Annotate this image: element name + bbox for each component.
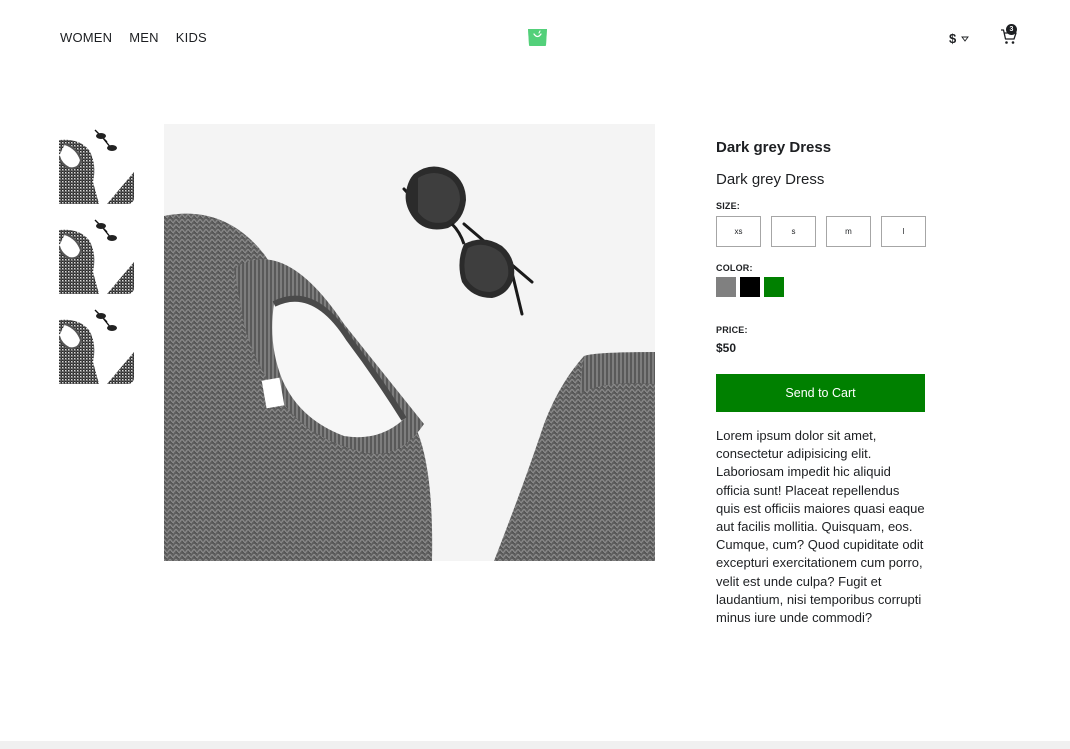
category-nav: WOMEN MEN KIDS — [60, 30, 207, 45]
color-swatch-black[interactable] — [740, 277, 760, 297]
send-to-cart-button[interactable]: Send to Cart — [716, 374, 925, 412]
product-thumbnail[interactable] — [59, 214, 134, 294]
product-main-image — [164, 124, 655, 561]
header: WOMEN MEN KIDS $ 3 — [0, 0, 1070, 75]
product-description: Lorem ipsum dolor sit amet, consectetur … — [716, 428, 925, 626]
color-options — [716, 277, 926, 297]
currency-symbol: $ — [949, 30, 957, 46]
chevron-down-icon — [961, 29, 970, 47]
nav-item-kids[interactable]: KIDS — [176, 30, 207, 45]
size-label: SIZE: — [716, 201, 741, 211]
size-option-m[interactable]: m — [826, 216, 871, 247]
page-footer-bar — [0, 741, 1070, 749]
product-brand: Dark grey Dress — [716, 139, 832, 156]
product-thumbnail[interactable] — [59, 304, 134, 384]
size-option-l[interactable]: l — [881, 216, 926, 247]
product-name: Dark grey Dress — [716, 171, 825, 188]
currency-switcher[interactable]: $ — [949, 29, 970, 47]
nav-item-men[interactable]: MEN — [129, 30, 159, 45]
size-option-xs[interactable]: xs — [716, 216, 761, 247]
cart-count-badge: 3 — [1006, 24, 1017, 35]
product-thumbnail[interactable] — [59, 124, 134, 204]
nav-item-women[interactable]: WOMEN — [60, 30, 112, 45]
product-details: Dark grey Dress Dark grey Dress SIZE: xs… — [716, 139, 926, 627]
color-swatch-green[interactable] — [764, 277, 784, 297]
color-label: COLOR: — [716, 263, 753, 273]
color-swatch-grey[interactable] — [716, 277, 736, 297]
thumbnail-list — [59, 124, 134, 384]
size-option-s[interactable]: s — [771, 216, 816, 247]
shopping-bag-icon[interactable] — [527, 26, 548, 47]
product-price: $50 — [716, 341, 737, 355]
price-label: PRICE: — [716, 325, 748, 335]
size-options: xs s m l — [716, 216, 926, 247]
